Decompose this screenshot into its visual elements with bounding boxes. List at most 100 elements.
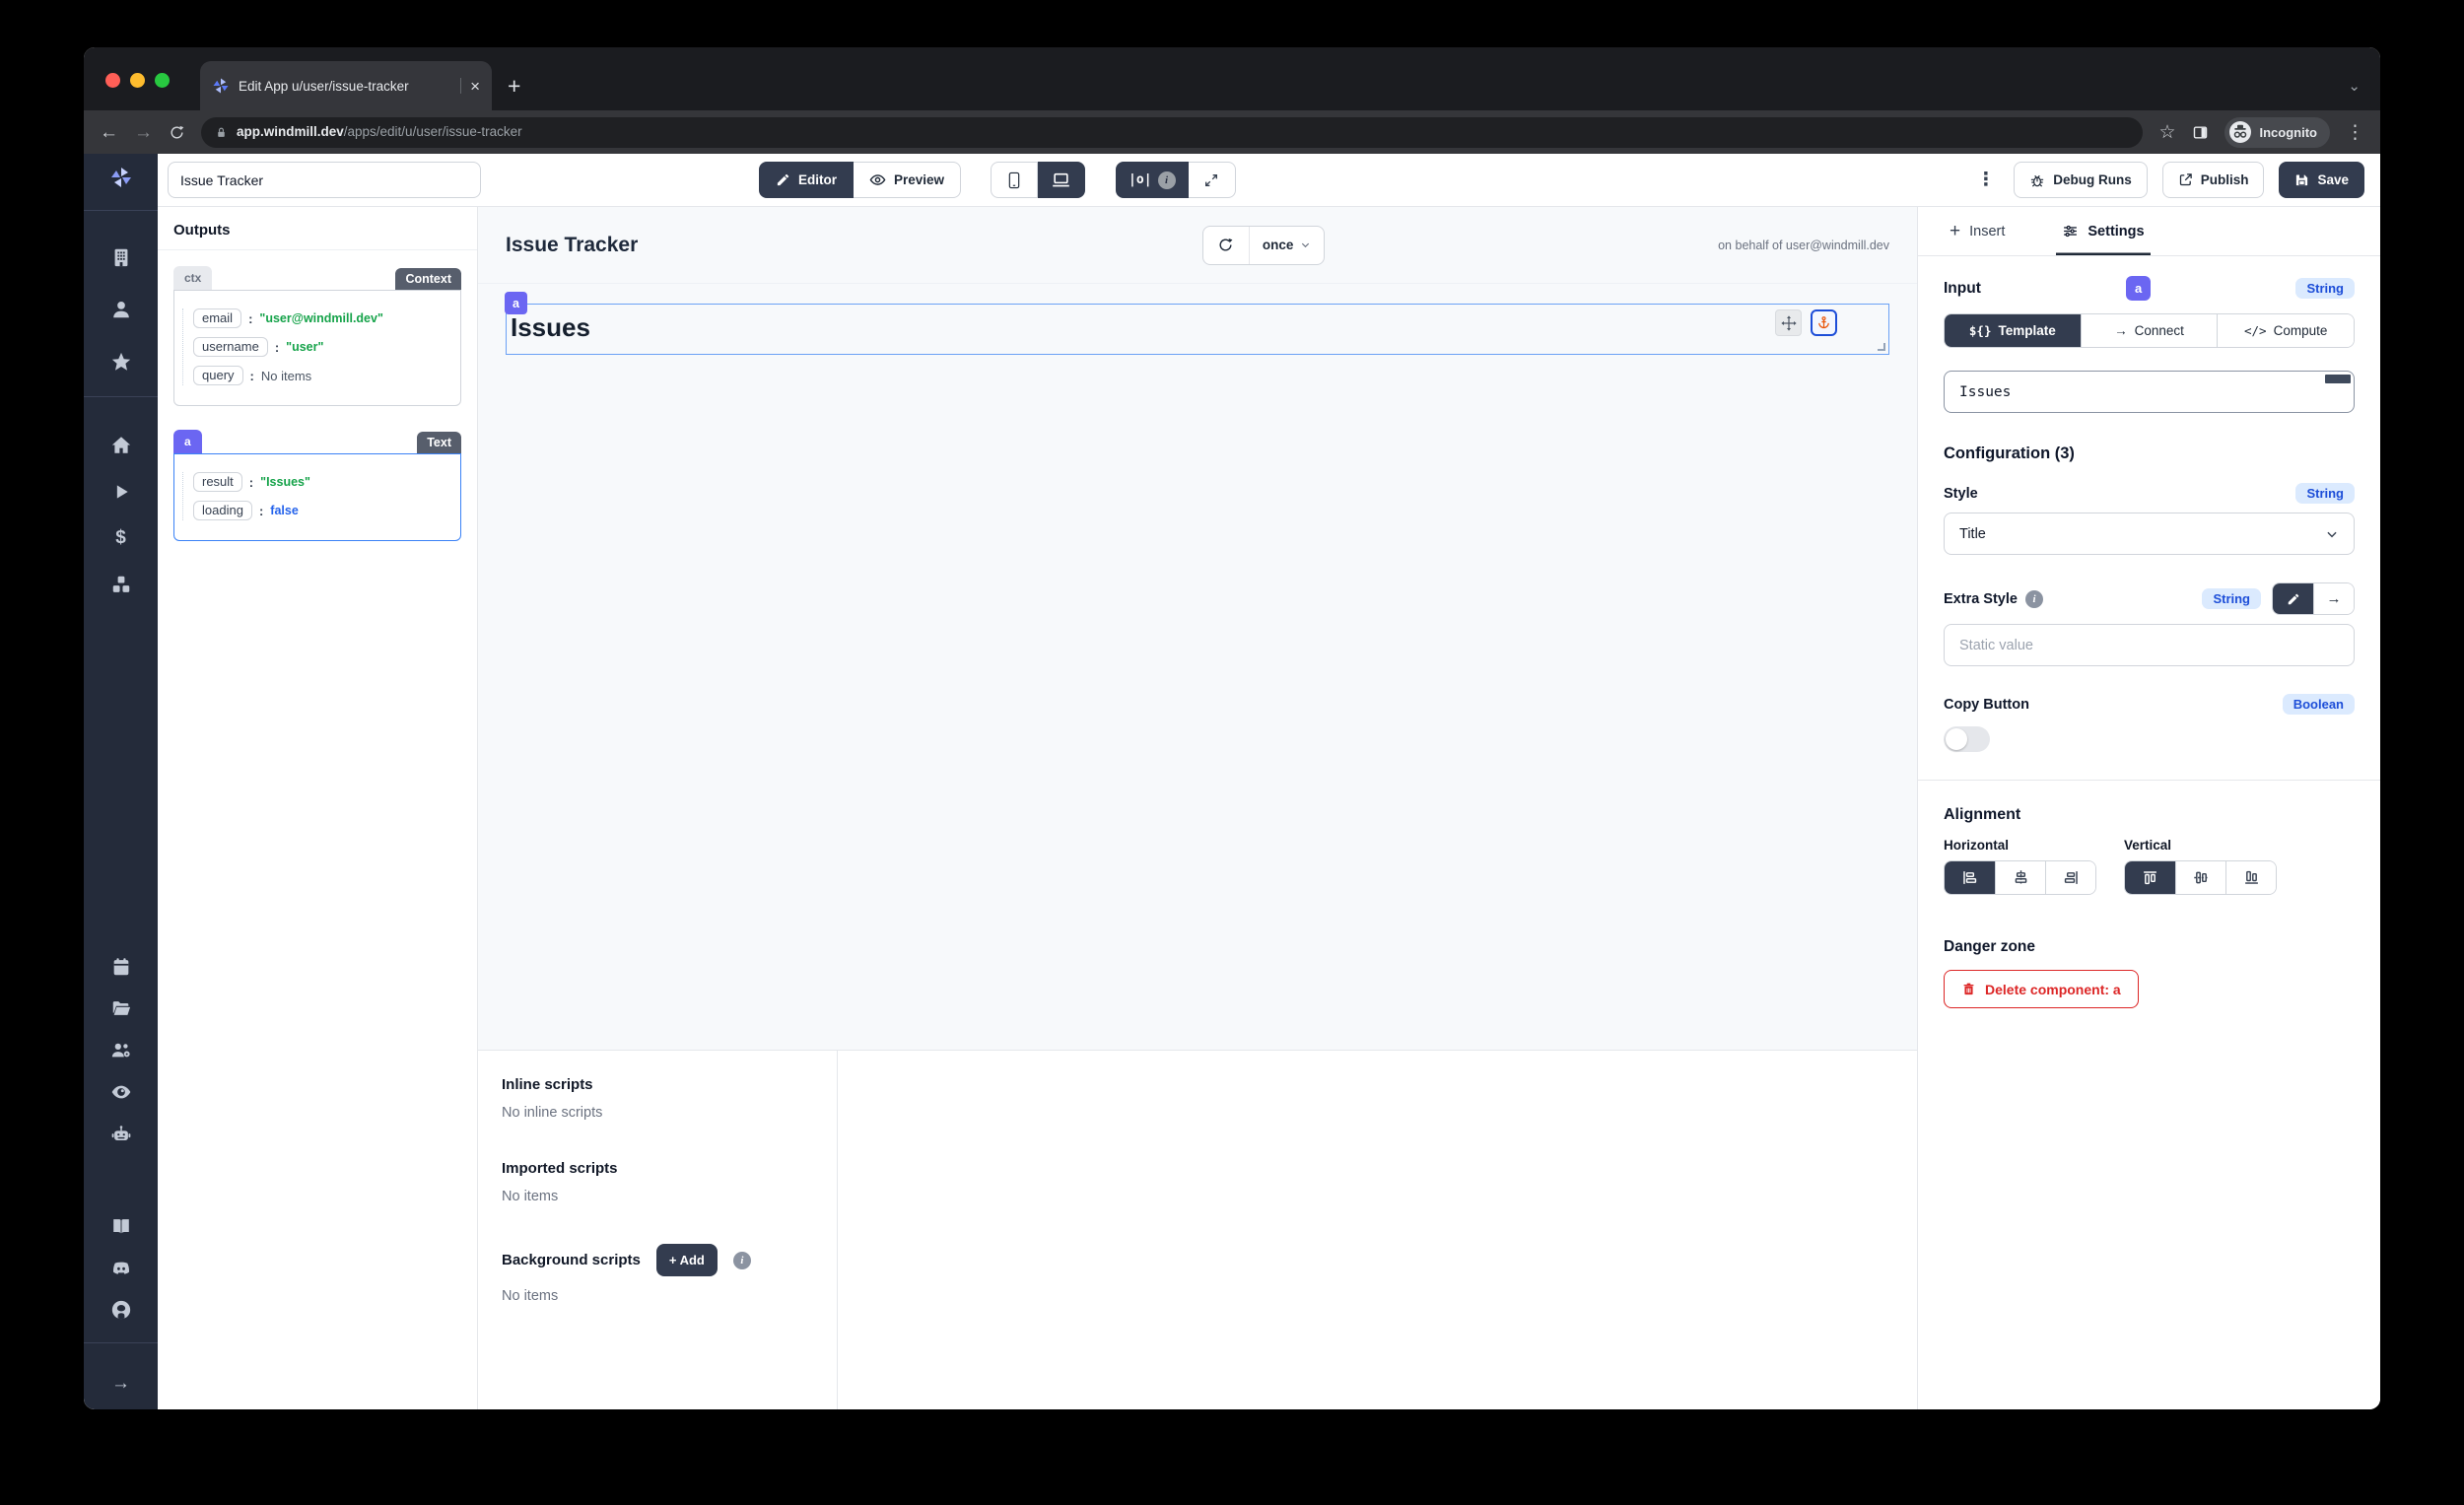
minimize-window-button[interactable]: [130, 73, 145, 88]
tab-strip-chevron-icon[interactable]: ⌄: [2348, 77, 2361, 95]
anchor-icon[interactable]: [1811, 309, 1837, 336]
favorites-star-icon[interactable]: [109, 350, 133, 374]
groups-icon[interactable]: [109, 1039, 133, 1062]
debug-runs-button[interactable]: Debug Runs: [2014, 162, 2148, 198]
tab-separator: [460, 78, 461, 94]
schedules-calendar-icon[interactable]: [109, 955, 133, 979]
component-id-badge: a: [505, 292, 527, 314]
tab-insert[interactable]: + Insert: [1944, 207, 2011, 255]
browser-window: Edit App u/user/issue-tracker × + ⌄ ← → …: [84, 47, 2380, 1409]
close-window-button[interactable]: [105, 73, 120, 88]
output-row[interactable]: query : No items: [193, 366, 450, 385]
inline-scripts-title: Inline scripts: [502, 1076, 813, 1093]
user-icon[interactable]: [109, 298, 133, 321]
copy-button-toggle[interactable]: [1944, 726, 1990, 752]
align-center-v-button[interactable]: [2175, 861, 2225, 894]
runs-play-icon[interactable]: [109, 480, 133, 504]
template-mode-button[interactable]: ${} Template: [1945, 314, 2081, 347]
workspace-icon[interactable]: [109, 245, 133, 269]
move-handle-icon[interactable]: [1775, 309, 1802, 336]
output-id-ctx[interactable]: ctx: [173, 266, 212, 290]
new-tab-button[interactable]: +: [508, 75, 520, 98]
folders-icon[interactable]: [109, 996, 133, 1020]
alignment-title: Alignment: [1944, 806, 2355, 824]
app-name-input[interactable]: [168, 162, 481, 198]
template-code-editor[interactable]: Issues: [1944, 371, 2355, 413]
save-button[interactable]: Save: [2279, 162, 2364, 198]
output-row[interactable]: email : "user@windmill.dev": [193, 308, 450, 328]
code-minimap: [2325, 375, 2351, 383]
vertical-label: Vertical: [2124, 838, 2277, 853]
connect-mode-button[interactable]: → Connect: [2081, 314, 2218, 347]
text-component-a[interactable]: a Issues: [506, 304, 1889, 355]
align-top-button[interactable]: [2125, 861, 2175, 894]
tab-settings[interactable]: Settings: [2056, 207, 2150, 255]
ai-robot-icon[interactable]: [109, 1123, 133, 1146]
back-icon[interactable]: ←: [100, 123, 118, 142]
compute-mode-button[interactable]: </> Compute: [2217, 314, 2354, 347]
align-center-h-button[interactable]: [1995, 861, 2045, 894]
debug-expand-toggle: |o| i: [1116, 162, 1235, 198]
connect-arrow-button[interactable]: →: [2313, 583, 2354, 614]
home-icon[interactable]: [109, 434, 133, 457]
editor-preview-toggle: Editor Preview: [759, 162, 961, 198]
horizontal-label: Horizontal: [1944, 838, 2096, 853]
imported-scripts-empty: No items: [502, 1189, 813, 1204]
mobile-view-button[interactable]: [991, 162, 1038, 198]
zoom-window-button[interactable]: [155, 73, 170, 88]
audit-eye-icon[interactable]: [109, 1080, 133, 1104]
incognito-icon: [2228, 120, 2252, 144]
settings-panel: + Insert Settings: [1917, 207, 2380, 1409]
editor-button[interactable]: Editor: [759, 162, 854, 198]
code-icon: </>: [2244, 323, 2267, 338]
align-bottom-button[interactable]: [2225, 861, 2276, 894]
forward-icon[interactable]: →: [134, 123, 153, 142]
discord-icon[interactable]: [109, 1257, 133, 1280]
add-background-script-button[interactable]: + Add: [656, 1244, 718, 1276]
canvas-grid[interactable]: a Issues: [478, 284, 1917, 1050]
on-behalf-label: on behalf of user@windmill.dev: [1718, 239, 1889, 252]
fullscreen-button[interactable]: [1189, 162, 1236, 198]
output-row[interactable]: username : "user": [193, 337, 450, 357]
rail-divider: [84, 396, 158, 397]
bookmark-star-icon[interactable]: ☆: [2158, 123, 2175, 142]
resources-icon[interactable]: [109, 573, 133, 596]
input-mode-tabs: ${} Template → Connect </> Compute: [1944, 313, 2355, 348]
output-row[interactable]: loading : false: [193, 501, 450, 520]
refresh-icon[interactable]: [1203, 227, 1249, 264]
windmill-logo-icon[interactable]: [109, 166, 133, 189]
align-right-button[interactable]: [2045, 861, 2095, 894]
style-select[interactable]: Title: [1944, 513, 2355, 555]
arrow-right-icon: →: [2114, 323, 2128, 338]
reload-icon[interactable]: [169, 124, 185, 141]
variables-dollar-icon[interactable]: $: [109, 526, 133, 550]
static-edit-button[interactable]: [2273, 583, 2313, 614]
side-panel-icon[interactable]: [2192, 124, 2209, 141]
configuration-title: Configuration (3): [1944, 445, 2355, 463]
refresh-control: once: [1202, 226, 1326, 265]
refresh-mode-dropdown[interactable]: once: [1249, 227, 1325, 264]
rail-divider: [84, 210, 158, 211]
github-icon[interactable]: [109, 1298, 133, 1322]
output-row[interactable]: result : "Issues": [193, 472, 450, 492]
browser-tab[interactable]: Edit App u/user/issue-tracker ×: [200, 61, 492, 110]
app-editor-toolbar: Editor Preview: [158, 154, 2380, 207]
extra-style-input[interactable]: [1944, 624, 2355, 666]
browser-menu-icon[interactable]: ⋮: [2346, 123, 2364, 142]
collapse-sidebar-arrow-icon[interactable]: →: [109, 1372, 133, 1396]
resize-handle[interactable]: [1878, 343, 1885, 351]
align-left-button[interactable]: [1945, 861, 1995, 894]
scripts-panel: Inline scripts No inline scripts Importe…: [478, 1050, 1917, 1409]
output-id-a[interactable]: a: [173, 430, 202, 453]
more-options-kebab-icon[interactable]: ⋮: [1972, 169, 1999, 191]
publish-button[interactable]: Publish: [2162, 162, 2265, 198]
tab-close-icon[interactable]: ×: [470, 78, 480, 95]
input-type-badge: String: [2295, 278, 2355, 299]
address-bar[interactable]: app.windmill.dev/apps/edit/u/user/issue-…: [201, 117, 2143, 148]
outputs-debug-button[interactable]: |o| i: [1116, 162, 1188, 198]
preview-button[interactable]: Preview: [854, 162, 961, 198]
delete-component-button[interactable]: Delete component: a: [1944, 970, 2139, 1008]
docs-book-icon[interactable]: [109, 1214, 133, 1238]
plus-icon: +: [1950, 222, 1960, 240]
desktop-view-button[interactable]: [1038, 162, 1085, 198]
